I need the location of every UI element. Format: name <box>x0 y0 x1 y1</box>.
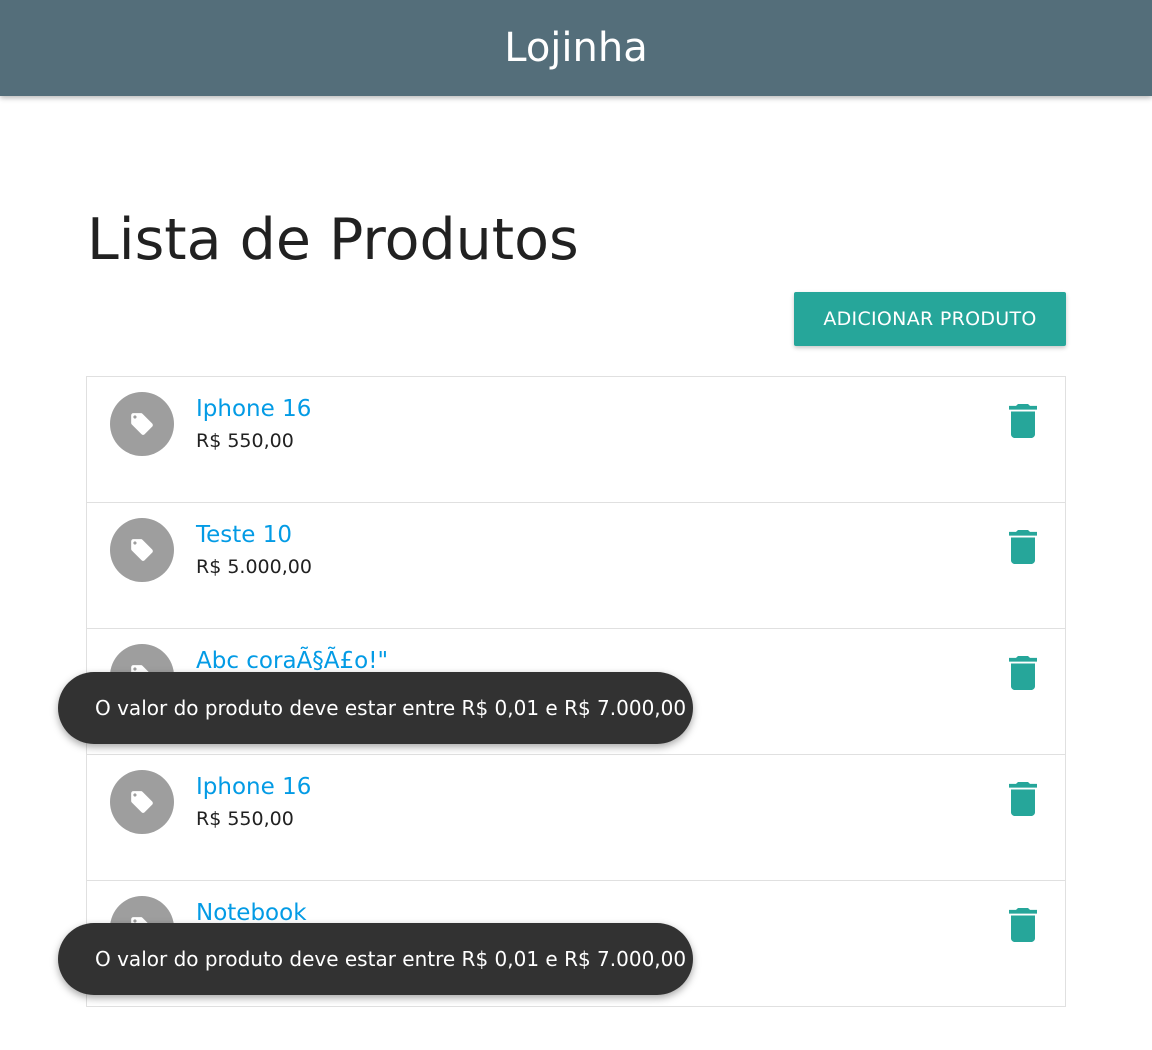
product-list-item: Iphone 16 R$ 550,00 <box>87 377 1065 503</box>
product-avatar <box>110 518 174 582</box>
delete-trash-icon <box>1009 908 1037 942</box>
brand-logo[interactable]: Lojinha <box>504 28 648 68</box>
label-tag-icon <box>131 539 153 561</box>
label-tag-icon <box>131 791 153 813</box>
delete-product-button[interactable] <box>1009 530 1037 564</box>
delete-trash-icon <box>1009 530 1037 564</box>
product-name-link[interactable]: Iphone 16 <box>196 772 311 802</box>
product-price: R$ 5.000,00 <box>196 556 312 578</box>
toast-message: O valor do produto deve estar entre R$ 0… <box>58 923 693 995</box>
product-list-item: Iphone 16 R$ 550,00 <box>87 755 1065 881</box>
delete-trash-icon <box>1009 404 1037 438</box>
product-avatar <box>110 392 174 456</box>
delete-product-button[interactable] <box>1009 908 1037 942</box>
product-avatar <box>110 770 174 834</box>
delete-product-button[interactable] <box>1009 656 1037 690</box>
delete-trash-icon <box>1009 782 1037 816</box>
product-list-item: Teste 10 R$ 5.000,00 <box>87 503 1065 629</box>
navbar: Lojinha <box>0 0 1152 96</box>
product-price: R$ 550,00 <box>196 808 294 830</box>
add-product-button[interactable]: ADICIONAR PRODUTO <box>794 292 1066 346</box>
delete-product-button[interactable] <box>1009 404 1037 438</box>
page-title: Lista de Produtos <box>87 207 579 273</box>
delete-product-button[interactable] <box>1009 782 1037 816</box>
product-name-link[interactable]: Iphone 16 <box>196 394 311 424</box>
delete-trash-icon <box>1009 656 1037 690</box>
product-price: R$ 550,00 <box>196 430 294 452</box>
product-name-link[interactable]: Teste 10 <box>196 520 292 550</box>
toast-message: O valor do produto deve estar entre R$ 0… <box>58 672 693 744</box>
label-tag-icon <box>131 413 153 435</box>
